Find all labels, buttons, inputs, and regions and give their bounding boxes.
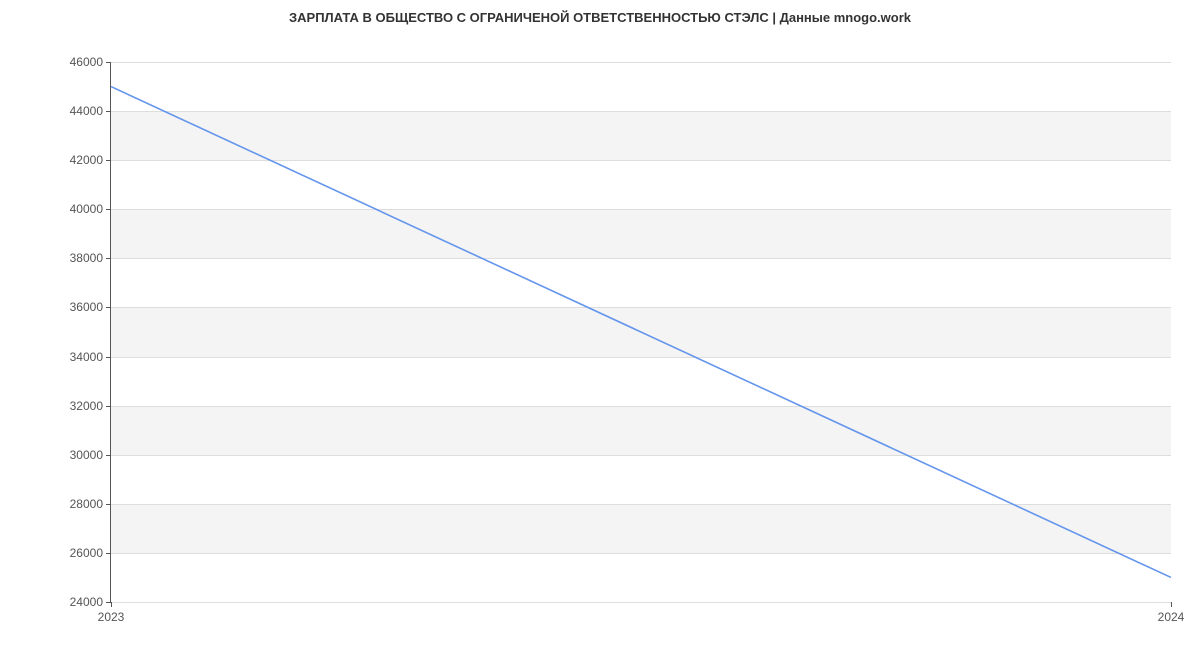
chart-title: ЗАРПЛАТА В ОБЩЕСТВО С ОГРАНИЧЕНОЙ ОТВЕТС… bbox=[0, 10, 1200, 25]
y-tick-label: 40000 bbox=[70, 202, 111, 216]
y-tick-label: 28000 bbox=[70, 497, 111, 511]
plot-area: 2400026000280003000032000340003600038000… bbox=[110, 62, 1171, 603]
series-line bbox=[111, 87, 1171, 578]
y-tick-label: 38000 bbox=[70, 251, 111, 265]
x-tick-label: 2023 bbox=[98, 602, 125, 624]
line-layer bbox=[111, 62, 1171, 602]
y-tick-label: 36000 bbox=[70, 300, 111, 314]
y-tick-label: 32000 bbox=[70, 399, 111, 413]
y-tick-label: 30000 bbox=[70, 448, 111, 462]
y-tick-label: 44000 bbox=[70, 104, 111, 118]
chart-container: ЗАРПЛАТА В ОБЩЕСТВО С ОГРАНИЧЕНОЙ ОТВЕТС… bbox=[0, 0, 1200, 650]
y-tick-label: 34000 bbox=[70, 350, 111, 364]
y-tick-label: 42000 bbox=[70, 153, 111, 167]
y-tick-label: 26000 bbox=[70, 546, 111, 560]
y-tick-label: 46000 bbox=[70, 55, 111, 69]
x-tick-label: 2024 bbox=[1158, 602, 1185, 624]
y-gridline bbox=[111, 602, 1171, 603]
